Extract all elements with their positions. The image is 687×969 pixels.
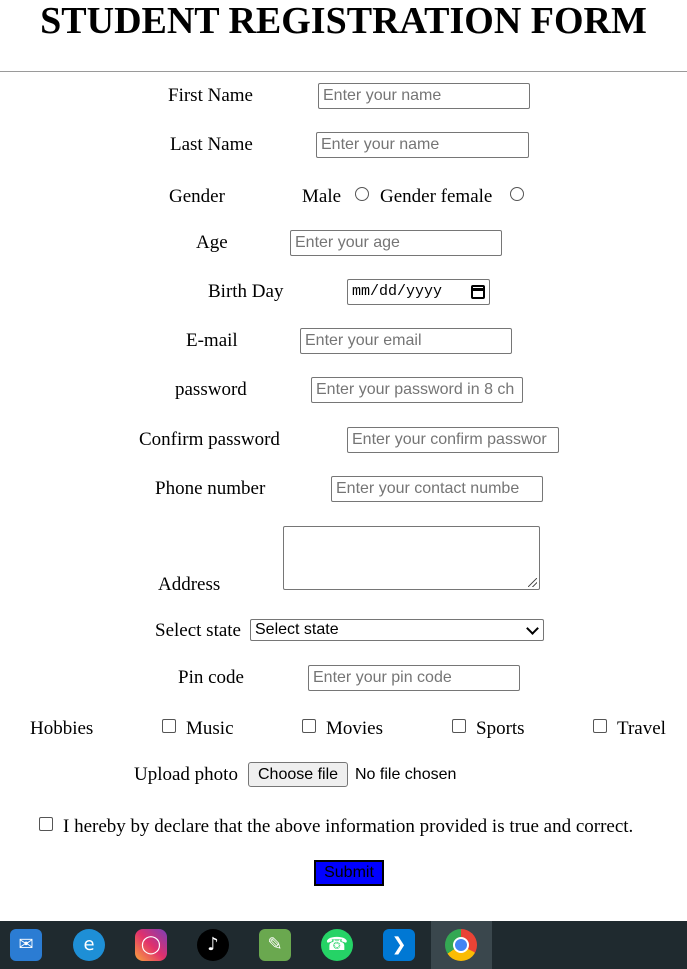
whatsapp-icon[interactable]: ☎	[321, 929, 353, 961]
declaration-checkbox[interactable]	[39, 817, 53, 831]
male-label: Male	[302, 186, 342, 207]
email-label: E-mail	[186, 330, 238, 351]
page-title: STUDENT REGISTRATION FORM	[40, 0, 647, 42]
pin-code-label: Pin code	[178, 667, 244, 688]
address-label: Address	[158, 574, 221, 595]
birth-day-input[interactable]: mm/dd/yyyy	[347, 279, 490, 305]
mail-icon[interactable]: ✉	[10, 929, 42, 961]
chrome-icon[interactable]	[445, 929, 477, 961]
birth-day-label: Birth Day	[208, 281, 284, 302]
chevron-down-icon	[526, 622, 539, 635]
hobby-sports-label: Sports	[476, 718, 525, 739]
hobbies-label: Hobbies	[30, 718, 94, 739]
female-label: Gender female	[380, 186, 493, 207]
first-name-input[interactable]: Enter your name	[318, 83, 530, 109]
hobby-movies-checkbox[interactable]	[302, 719, 316, 733]
male-radio[interactable]	[355, 187, 369, 201]
vscode-icon[interactable]: ❯	[383, 929, 415, 961]
last-name-input[interactable]: Enter your name	[316, 132, 529, 158]
divider	[0, 71, 687, 72]
instagram-icon[interactable]: ◯	[135, 929, 167, 961]
state-select[interactable]: Select state	[250, 619, 544, 641]
state-selected-value: Select state	[255, 621, 339, 638]
birth-day-format: mm/dd/yyyy	[352, 283, 443, 300]
address-textarea[interactable]	[283, 526, 540, 590]
submit-button[interactable]: Submit	[314, 860, 384, 886]
declaration-text: I hereby by declare that the above infor…	[63, 816, 634, 837]
female-radio[interactable]	[510, 187, 524, 201]
hobby-travel-checkbox[interactable]	[593, 719, 607, 733]
first-name-label: First Name	[168, 85, 253, 106]
file-status: No file chosen	[355, 766, 457, 783]
password-label: password	[175, 379, 247, 400]
password-input[interactable]: Enter your password in 8 ch	[311, 377, 523, 403]
resize-handle-icon[interactable]	[528, 578, 537, 587]
hobby-movies-label: Movies	[326, 718, 383, 739]
state-label: Select state	[155, 620, 241, 641]
confirm-password-input[interactable]: Enter your confirm passwor	[347, 427, 559, 453]
phone-input[interactable]: Enter your contact numbe	[331, 476, 543, 502]
hobby-music-checkbox[interactable]	[162, 719, 176, 733]
hobby-sports-checkbox[interactable]	[452, 719, 466, 733]
calendar-icon[interactable]	[471, 285, 485, 299]
age-input[interactable]: Enter your age	[290, 230, 502, 256]
email-input[interactable]: Enter your email	[300, 328, 512, 354]
confirm-password-label: Confirm password	[139, 429, 280, 450]
pin-code-input[interactable]: Enter your pin code	[308, 665, 520, 691]
notepad-icon[interactable]: ✎	[259, 929, 291, 961]
hobby-music-label: Music	[186, 718, 234, 739]
phone-label: Phone number	[155, 478, 266, 499]
taskbar: ✉ e ◯ ♪ ✎ ☎ ❯	[0, 921, 687, 969]
hobby-travel-label: Travel	[617, 718, 666, 739]
age-label: Age	[196, 232, 228, 253]
tiktok-icon[interactable]: ♪	[197, 929, 229, 961]
upload-photo-label: Upload photo	[134, 764, 238, 785]
edge-icon[interactable]: e	[73, 929, 105, 961]
last-name-label: Last Name	[170, 134, 253, 155]
choose-file-button[interactable]: Choose file	[248, 762, 349, 787]
gender-label: Gender	[169, 186, 225, 207]
